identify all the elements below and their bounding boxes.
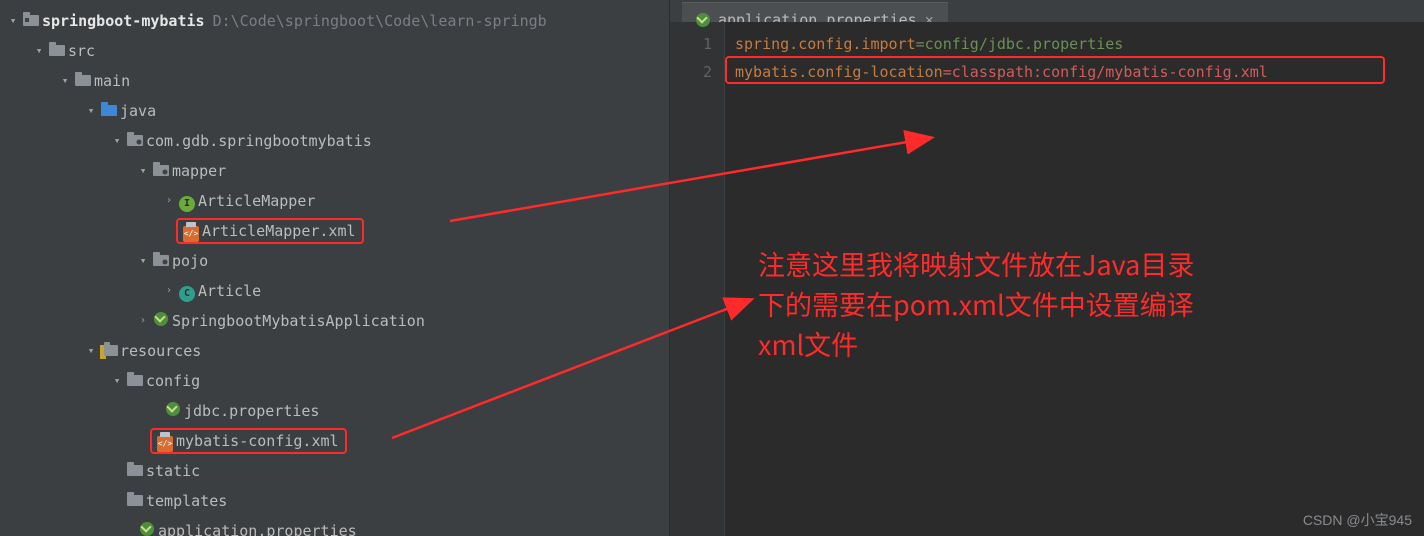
watermark: CSDN @小宝945 bbox=[1303, 510, 1412, 530]
tree-article-mapper-xml[interactable]: </> ArticleMapper.xml bbox=[0, 216, 669, 246]
spring-icon bbox=[166, 402, 180, 416]
tree-root[interactable]: ▾ springboot-mybatis D:\Code\springboot\… bbox=[0, 6, 669, 36]
editor-tabbar[interactable]: application.properties × bbox=[670, 0, 1424, 22]
tree-article-mapper[interactable]: › I ArticleMapper bbox=[0, 186, 669, 216]
tree-static[interactable]: static bbox=[0, 456, 669, 486]
tree-config[interactable]: ▾ config bbox=[0, 366, 669, 396]
highlight-mapper-xml: </> ArticleMapper.xml bbox=[176, 218, 364, 244]
tree-templates[interactable]: templates bbox=[0, 486, 669, 516]
tree-article[interactable]: › C Article bbox=[0, 276, 669, 306]
tree-src[interactable]: ▾ src bbox=[0, 36, 669, 66]
class-icon: C bbox=[179, 286, 195, 302]
spring-icon bbox=[696, 13, 710, 27]
tree-app-class[interactable]: › SpringbootMybatisApplication bbox=[0, 306, 669, 336]
project-tree[interactable]: ▾ springboot-mybatis D:\Code\springboot\… bbox=[0, 0, 670, 536]
tree-mybatis-xml[interactable]: </> mybatis-config.xml bbox=[0, 426, 669, 456]
annotation-text: 注意这里我将映射文件放在Java目录 下的需要在pom.xml文件中设置编译 x… bbox=[758, 244, 1388, 364]
project-path: D:\Code\springboot\Code\learn-springb bbox=[213, 6, 547, 36]
highlight-code-line bbox=[725, 56, 1385, 84]
editor-gutter: 1 2 bbox=[670, 22, 725, 536]
tree-resources[interactable]: ▾ resources bbox=[0, 336, 669, 366]
project-name: springboot-mybatis bbox=[42, 6, 205, 36]
spring-icon bbox=[154, 312, 168, 326]
xml-icon: </> bbox=[157, 436, 173, 452]
xml-icon: </> bbox=[183, 226, 199, 242]
interface-icon: I bbox=[179, 196, 195, 212]
highlight-mybatis-xml: </> mybatis-config.xml bbox=[150, 428, 347, 454]
tree-pojo[interactable]: ▾ pojo bbox=[0, 246, 669, 276]
tree-main[interactable]: ▾ main bbox=[0, 66, 669, 96]
tree-jdbc[interactable]: jdbc.properties bbox=[0, 396, 669, 426]
tree-app-props[interactable]: application.properties bbox=[0, 516, 669, 536]
tree-mapper[interactable]: ▾ mapper bbox=[0, 156, 669, 186]
tree-java[interactable]: ▾ java bbox=[0, 96, 669, 126]
tree-package[interactable]: ▾ com.gdb.springbootmybatis bbox=[0, 126, 669, 156]
code-line[interactable]: spring.config.import=config/jdbc.propert… bbox=[735, 30, 1268, 58]
spring-icon bbox=[140, 522, 154, 536]
